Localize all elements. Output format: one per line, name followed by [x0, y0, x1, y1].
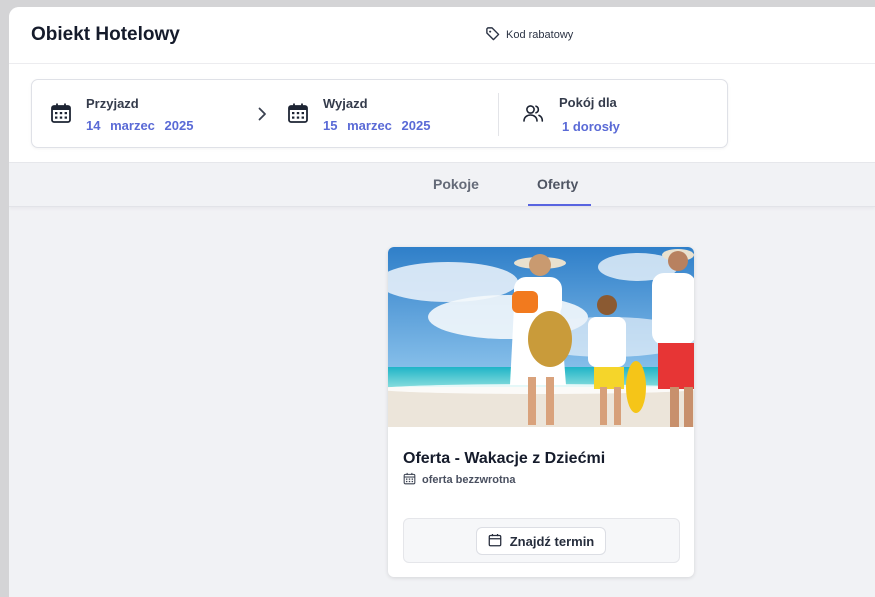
users-icon: [522, 102, 544, 124]
departure-label: Wyjazd: [323, 96, 368, 111]
offer-title: Oferta - Wakacje z Dziećmi: [403, 450, 606, 467]
departure-date-value: 15 marzec 2025: [323, 118, 430, 133]
calendar-icon: [50, 102, 72, 124]
search-panel: Przyjazd 14 marzec 2025 Wyjazd 15 marzec: [9, 64, 875, 163]
calendar-icon: [287, 102, 309, 124]
active-tab-indicator: [528, 204, 591, 206]
calendar-icon: [488, 533, 502, 550]
arrival-date-value: 14 marzec 2025: [86, 118, 193, 133]
tag-icon: [485, 26, 500, 44]
arrival-date-field[interactable]: Przyjazd 14 marzec 2025: [32, 80, 262, 147]
arrival-year: 2025: [164, 118, 194, 133]
guests-label: Pokój dla: [559, 95, 617, 110]
app-window: Obiekt Hotelowy Kod rabatowy Przyjazd 14…: [9, 7, 875, 597]
guests-value: 1 dorosły: [562, 119, 620, 134]
offer-tag: oferta bezzwrotna: [403, 472, 516, 488]
guests-field[interactable]: Pokój dla 1 dorosły: [502, 80, 702, 147]
tab-rooms[interactable]: Pokoje: [433, 176, 479, 192]
offer-actions: Znajdź termin: [403, 518, 680, 563]
departure-date-field[interactable]: Wyjazd 15 marzec 2025: [272, 80, 492, 147]
offer-tag-label: oferta bezzwrotna: [422, 474, 516, 486]
top-bar: Obiekt Hotelowy Kod rabatowy: [9, 7, 875, 64]
booking-search-box: Przyjazd 14 marzec 2025 Wyjazd 15 marzec: [31, 79, 728, 148]
offer-photo: [388, 247, 694, 427]
departure-day: 15: [323, 118, 338, 133]
calendar-icon: [403, 472, 416, 488]
promo-code-label: Kod rabatowy: [506, 29, 574, 41]
field-divider: [498, 93, 499, 136]
promo-code-button[interactable]: Kod rabatowy: [485, 26, 573, 44]
find-date-button[interactable]: Znajdź termin: [476, 527, 606, 555]
arrival-month: marzec: [110, 118, 155, 133]
offer-card: Oferta - Wakacje z Dziećmi oferta bezzwr…: [388, 247, 694, 577]
departure-year: 2025: [401, 118, 431, 133]
tab-bar: Pokoje Oferty: [9, 163, 875, 207]
arrival-label: Przyjazd: [86, 96, 139, 111]
arrival-day: 14: [86, 118, 101, 133]
tab-offers[interactable]: Oferty: [537, 176, 578, 192]
hotel-name: Obiekt Hotelowy: [31, 24, 180, 45]
departure-month: marzec: [347, 118, 392, 133]
find-date-label: Znajdź termin: [509, 533, 595, 549]
chevron-right-icon: [256, 106, 268, 127]
